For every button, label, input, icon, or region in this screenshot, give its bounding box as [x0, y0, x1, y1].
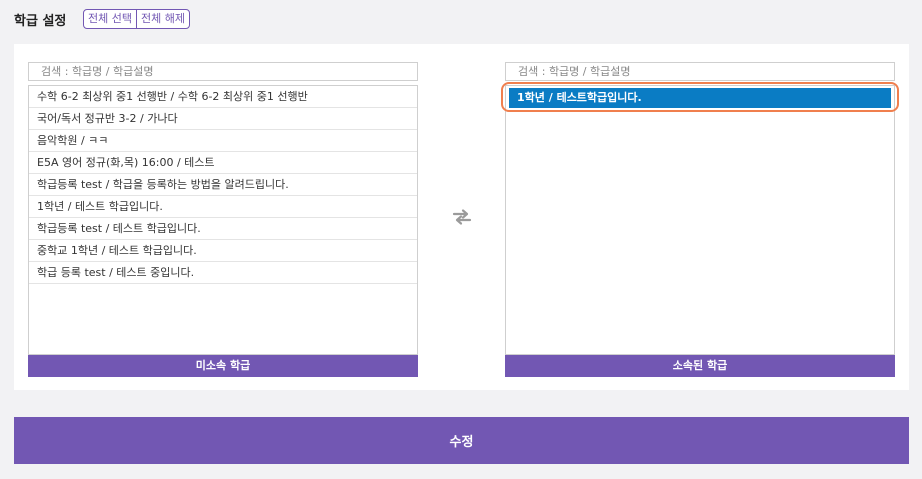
list-item[interactable]: 중학교 1학년 / 테스트 학급입니다. [29, 240, 417, 262]
list-item[interactable]: 수학 6-2 최상위 중1 선행반 / 수학 6-2 최상위 중1 선행반 [29, 86, 417, 108]
deselect-all-button[interactable]: 전체 해제 [135, 10, 189, 28]
unassigned-search-input[interactable] [28, 62, 418, 81]
list-item[interactable]: 1학년 / 테스트 학급입니다. [29, 196, 417, 218]
list-item[interactable]: 학급등록 test / 테스트 학급입니다. [29, 218, 417, 240]
list-item[interactable]: 음악학원 / ㅋㅋ [29, 130, 417, 152]
assigned-class-list[interactable]: 1학년 / 테스트학급입니다. [505, 85, 895, 355]
list-item[interactable]: 국어/독서 정규반 3-2 / 가나다 [29, 108, 417, 130]
list-item[interactable]: 학급 등록 test / 테스트 중입니다. [29, 262, 417, 284]
submit-button[interactable]: 수정 [14, 417, 909, 464]
assigned-search-input[interactable] [505, 62, 895, 81]
class-settings-panel: 수학 6-2 최상위 중1 선행반 / 수학 6-2 최상위 중1 선행반 국어… [14, 44, 909, 390]
unassigned-class-list[interactable]: 수학 6-2 최상위 중1 선행반 / 수학 6-2 최상위 중1 선행반 국어… [28, 85, 418, 355]
assigned-class-box: 1학년 / 테스트학급입니다. 소속된 학급 [501, 60, 899, 377]
list-item-selected[interactable]: 1학년 / 테스트학급입니다. [509, 88, 891, 108]
select-all-button[interactable]: 전체 선택 [84, 10, 136, 28]
swap-arrows-icon[interactable] [451, 208, 473, 226]
unassigned-list-label: 미소속 학급 [28, 355, 418, 377]
assigned-list-label: 소속된 학급 [505, 355, 895, 377]
unassigned-class-box: 수학 6-2 최상위 중1 선행반 / 수학 6-2 최상위 중1 선행반 국어… [28, 60, 418, 377]
page-title: 학급 설정 [14, 14, 67, 29]
list-item[interactable]: E5A 영어 정규(화,목) 16:00 / 테스트 [29, 152, 417, 174]
selection-button-group: 전체 선택 전체 해제 [83, 9, 190, 29]
header: 학급 설정 전체 선택 전체 해제 [0, 0, 922, 40]
list-item[interactable]: 학급등록 test / 학급을 등록하는 방법을 알려드립니다. [29, 174, 417, 196]
